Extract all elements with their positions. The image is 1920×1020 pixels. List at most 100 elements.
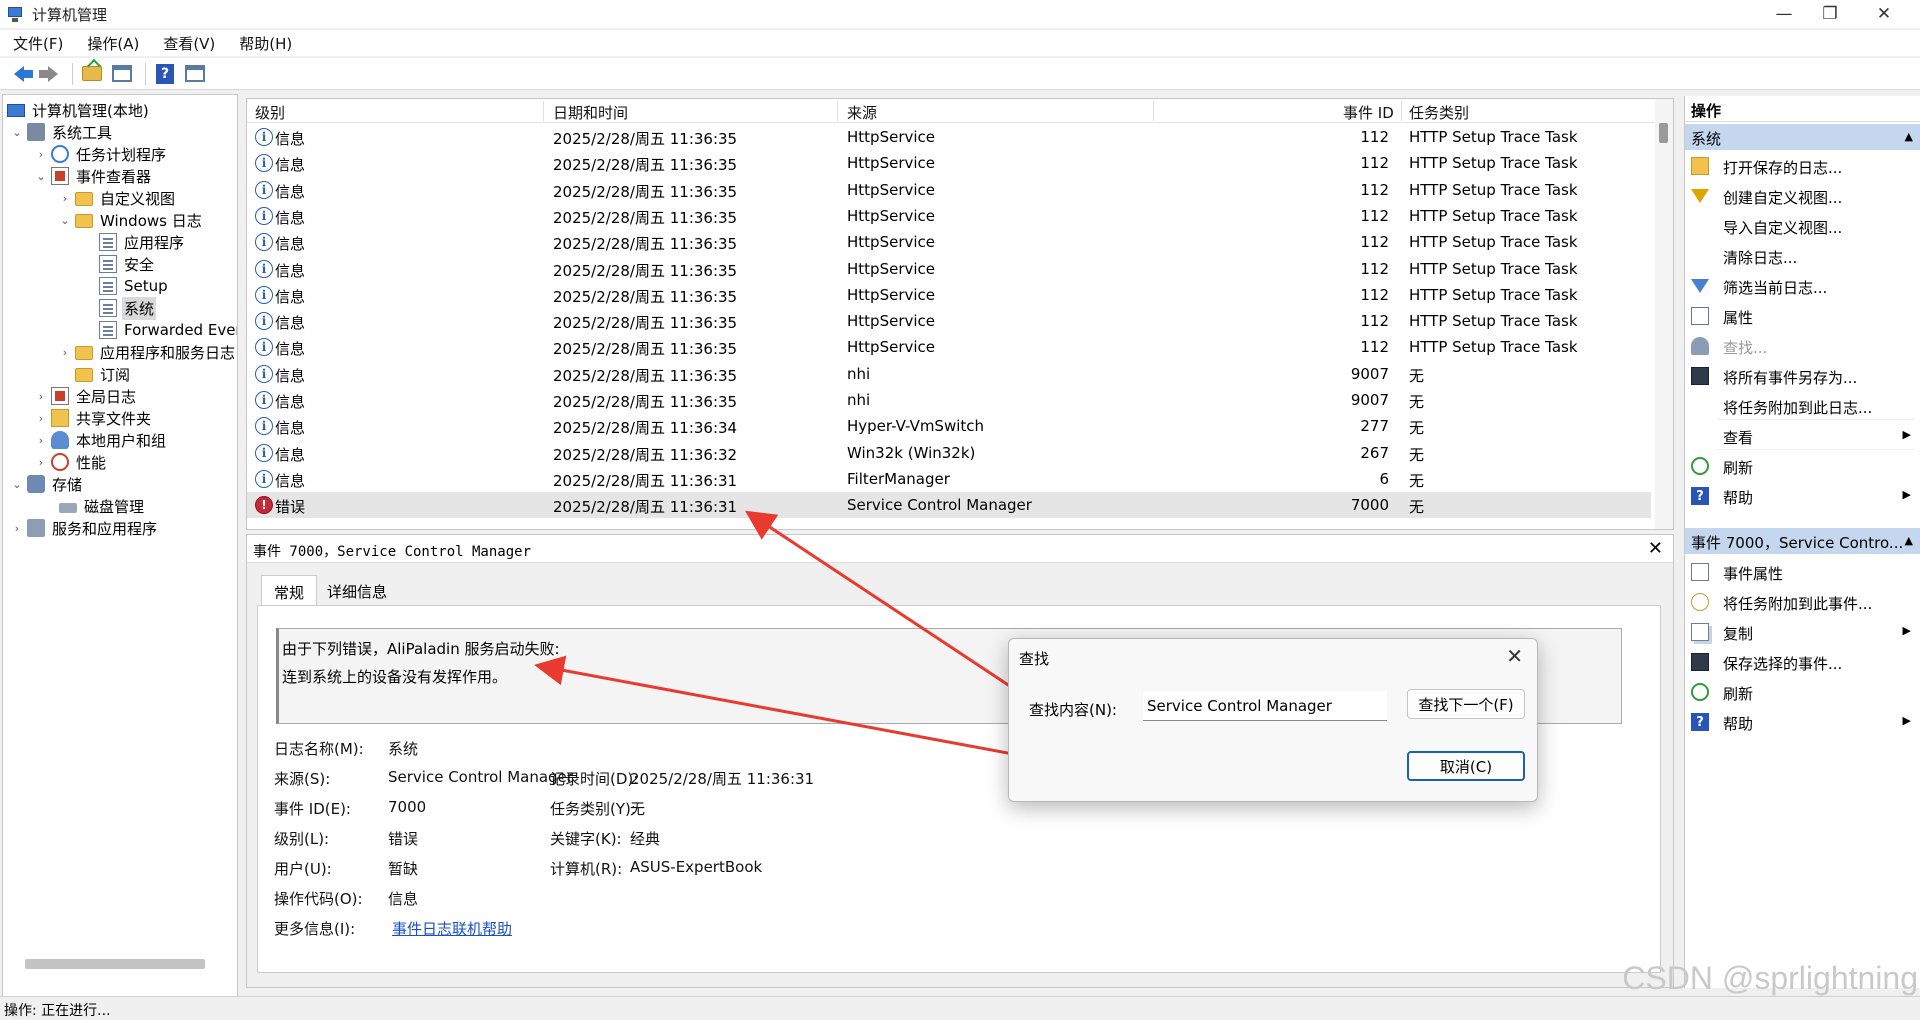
tree-item-performance[interactable]: › 性能 [35, 451, 108, 473]
menu-view[interactable]: 查看(V) [160, 31, 218, 56]
column-source[interactable]: 来源 [847, 102, 877, 123]
collapse-up-icon[interactable]: ▲ [1905, 534, 1913, 547]
tree-item-subscriptions[interactable]: 订阅 [75, 363, 132, 385]
chevron-down-icon[interactable]: ⌄ [59, 214, 71, 227]
action-attach-task-to-log[interactable]: 将任务附加到此日志... [1685, 392, 1920, 420]
show-hide-action-pane-button[interactable] [182, 62, 208, 86]
action-create-custom-view[interactable]: 创建自定义视图... [1685, 182, 1920, 210]
tree-item-local-users[interactable]: › 本地用户和组 [35, 429, 168, 451]
action-event-properties[interactable]: 事件属性 [1685, 558, 1920, 586]
tree-item-custom-views[interactable]: › 自定义视图 [59, 187, 177, 209]
chevron-right-icon[interactable]: › [35, 412, 47, 425]
action-properties[interactable]: 属性 [1685, 302, 1920, 330]
event-row[interactable]: i 信息 2025/2/28/周五 11:36:31 FilterManager 6 无 [247, 466, 1651, 492]
tree-item-forwarded-events[interactable]: Forwarded Even [99, 319, 237, 341]
event-row[interactable]: i 信息 2025/2/28/周五 11:36:35 nhi 9007 无 [247, 361, 1651, 387]
action-save-all-events-as[interactable]: 将所有事件另存为... [1685, 362, 1920, 390]
action-find[interactable]: 查找... [1685, 332, 1920, 360]
event-row[interactable]: ! 错误 2025/2/28/周五 11:36:31 Service Control … [247, 492, 1651, 519]
column-datetime[interactable]: 日期和时间 [553, 102, 628, 123]
chevron-right-icon[interactable]: › [59, 346, 71, 359]
collapse-up-icon[interactable]: ▲ [1905, 130, 1913, 143]
action-filter-current-log[interactable]: 筛选当前日志... [1685, 272, 1920, 300]
event-row[interactable]: i 信息 2025/2/28/周五 11:36:35 HttpService 112 HT… [247, 203, 1651, 229]
chevron-right-icon[interactable]: › [35, 148, 47, 161]
chevron-right-icon[interactable]: › [35, 456, 47, 469]
action-refresh[interactable]: 刷新 [1685, 678, 1920, 706]
tree-horizontal-scrollbar[interactable] [25, 959, 205, 969]
event-list-scroll-thumb[interactable] [1659, 123, 1668, 143]
event-row[interactable]: i 信息 2025/2/28/周五 11:36:35 HttpService 112 HT… [247, 124, 1651, 150]
tree-item-system-tools[interactable]: ⌄ 系统工具 [11, 121, 114, 143]
action-label: 刷新 [1723, 459, 1754, 477]
actions-section-system[interactable]: 系统 ▲ [1685, 124, 1920, 150]
tree-item-root[interactable]: 计算机管理(本地) [7, 99, 151, 121]
tree-item-system[interactable]: 系统 [99, 296, 157, 320]
event-level: 信息 [275, 287, 306, 306]
event-row[interactable]: i 信息 2025/2/28/周五 11:36:35 HttpService 112 HT… [247, 282, 1651, 308]
tab-details[interactable]: 详细信息 [315, 575, 399, 605]
event-row[interactable]: i 信息 2025/2/28/周五 11:36:34 Hyper-V-VmSwitch… [247, 413, 1651, 439]
chevron-right-icon[interactable]: › [11, 522, 23, 535]
find-dialog-close-icon[interactable]: ✕ [1506, 644, 1523, 668]
detail-close-icon[interactable]: ✕ [1648, 538, 1663, 559]
event-list-scrollbar[interactable] [1655, 99, 1673, 529]
tree-item-services-apps[interactable]: › 服务和应用程序 [11, 517, 159, 539]
chevron-down-icon[interactable]: ⌄ [11, 478, 23, 491]
find-next-button[interactable]: 查找下一个(F) [1407, 689, 1525, 719]
event-log-online-help-link[interactable]: 事件日志联机帮助 [392, 918, 512, 939]
back-button[interactable] [6, 62, 33, 86]
tree-item-event-viewer[interactable]: ⌄ 事件查看器 [35, 165, 153, 187]
tree-item-application[interactable]: 应用程序 [99, 231, 186, 253]
event-row[interactable]: i 信息 2025/2/28/周五 11:36:35 HttpService 112 HT… [247, 256, 1651, 282]
event-row[interactable]: i 信息 2025/2/28/周五 11:36:35 HttpService 112 HT… [247, 334, 1651, 360]
chevron-right-icon[interactable]: › [59, 192, 71, 205]
event-row[interactable]: i 信息 2025/2/28/周五 11:36:32 Win32k (Win32k) 2… [247, 440, 1651, 466]
tree-item-security[interactable]: 安全 [99, 253, 156, 275]
event-row[interactable]: i 信息 2025/2/28/周五 11:36:35 HttpService 112 HT… [247, 308, 1651, 334]
tree-item-task-scheduler[interactable]: › 任务计划程序 [35, 143, 168, 165]
column-event-id[interactable]: 事件 ID [1343, 102, 1394, 123]
column-level[interactable]: 级别 [255, 102, 285, 123]
tree-item-windows-logs[interactable]: ⌄ Windows 日志 [59, 209, 204, 231]
action-import-custom-view[interactable]: 导入自定义视图... [1685, 212, 1920, 240]
menu-action[interactable]: 操作(A) [84, 31, 142, 56]
forward-button[interactable] [36, 62, 62, 86]
chevron-right-icon[interactable]: › [35, 390, 47, 403]
maximize-button[interactable]: ❐ [1802, 0, 1858, 28]
event-row[interactable]: i 信息 2025/2/28/周五 11:36:35 HttpService 112 HT… [247, 229, 1651, 255]
tab-general[interactable]: 常规 [261, 575, 318, 605]
cancel-button[interactable]: 取消(C) [1407, 751, 1525, 781]
tree-item-storage[interactable]: ⌄ 存储 [11, 473, 84, 495]
event-row[interactable]: i 信息 2025/2/28/周五 11:36:35 HttpService 112 HT… [247, 177, 1651, 203]
show-hide-tree-button[interactable] [109, 62, 135, 86]
tree-item-disk-management[interactable]: 磁盘管理 [59, 495, 146, 517]
chevron-right-icon[interactable]: › [35, 434, 47, 447]
event-row[interactable]: i 信息 2025/2/28/周五 11:36:35 nhi 9007 无 [247, 387, 1651, 413]
tree-item-global-logs[interactable]: › 全局日志 [35, 385, 138, 407]
menu-help[interactable]: 帮助(H) [236, 31, 295, 56]
tree-item-app-service-logs[interactable]: › 应用程序和服务日志 [59, 341, 237, 363]
action-open-saved-log[interactable]: 打开保存的日志... [1685, 152, 1920, 180]
action-label: 查看 [1723, 429, 1754, 447]
chevron-down-icon[interactable]: ⌄ [35, 170, 47, 183]
action-attach-task-to-event[interactable]: 将任务附加到此事件... [1685, 588, 1920, 616]
column-task-category[interactable]: 任务类别 [1409, 102, 1469, 123]
tree-item-shared-folders[interactable]: › 共享文件夹 [35, 407, 153, 429]
action-copy[interactable]: 复制 ▶ [1685, 618, 1920, 646]
event-row[interactable]: i 信息 2025/2/28/周五 11:36:35 HttpService 112 HT… [247, 150, 1651, 176]
up-folder-button[interactable] [79, 62, 105, 86]
tree-item-setup[interactable]: Setup [99, 275, 170, 297]
find-what-input[interactable] [1143, 691, 1387, 721]
help-button[interactable]: ? [152, 62, 178, 86]
action-clear-log[interactable]: 清除日志... [1685, 242, 1920, 270]
menu-file[interactable]: 文件(F) [10, 31, 66, 56]
action-refresh[interactable]: 刷新 [1685, 452, 1920, 480]
actions-section-event[interactable]: 事件 7000，Service Contro... ▲ [1685, 528, 1920, 554]
close-button[interactable]: ✕ [1856, 0, 1912, 28]
action-view[interactable]: 查看 ▶ [1685, 422, 1920, 450]
action-help[interactable]: ? 帮助 ▶ [1685, 482, 1920, 510]
action-save-selected-events[interactable]: 保存选择的事件... [1685, 648, 1920, 676]
chevron-down-icon[interactable]: ⌄ [11, 126, 23, 139]
action-help[interactable]: ? 帮助 ▶ [1685, 708, 1920, 736]
